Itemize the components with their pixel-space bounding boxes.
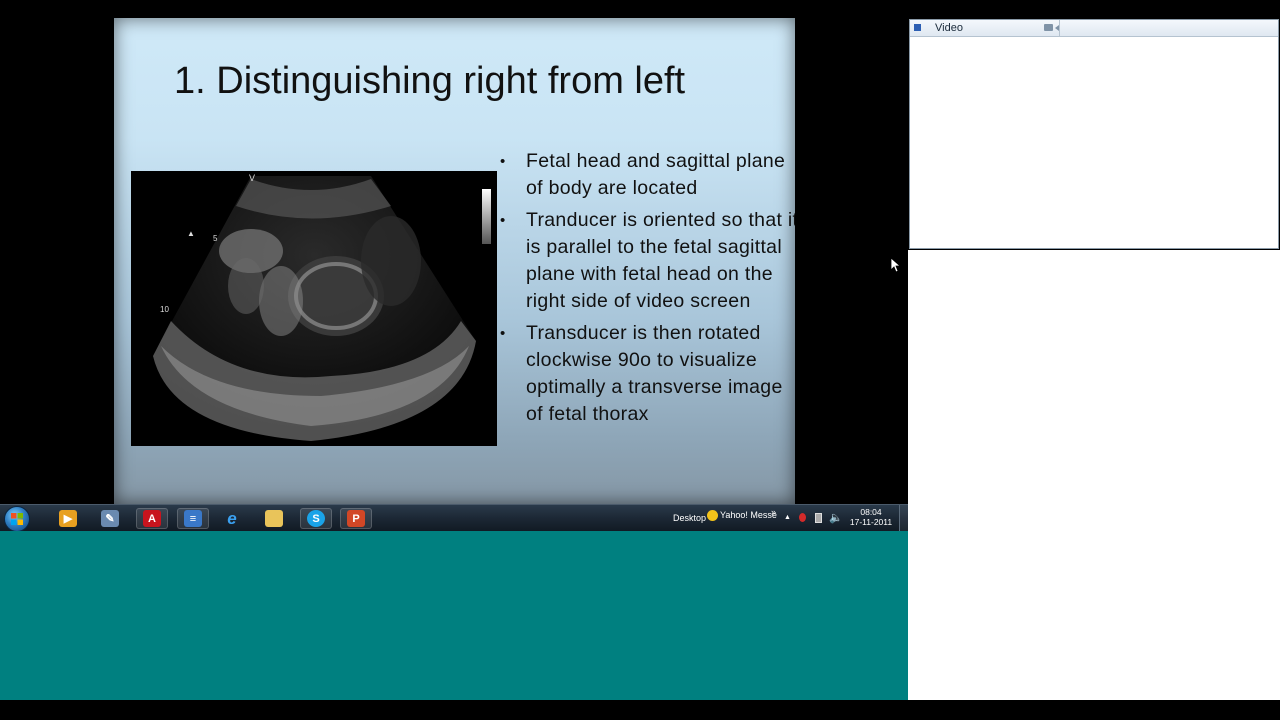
skype-icon: S <box>307 510 325 527</box>
bottom-black-bar <box>0 700 1280 720</box>
probe-marker-label: V <box>249 173 256 183</box>
taskbar-powerpoint[interactable]: P <box>340 508 372 529</box>
window-menu-icon[interactable] <box>914 24 921 31</box>
taskbar-adobe-reader[interactable]: A <box>136 508 168 529</box>
slide-bullet-list: Fetal head and sagittal plane of body ar… <box>499 148 795 433</box>
triangle-marker-icon: ▲ <box>187 229 195 238</box>
bullet-item: Transducer is then rotated clockwise 90o… <box>499 320 795 428</box>
volume-icon[interactable]: 🔈 <box>829 511 843 524</box>
system-clock[interactable]: 08:04 17-11-2011 <box>848 507 894 527</box>
yahoo-messenger-label[interactable]: Yahoo! Messe <box>720 510 777 520</box>
video-window-title: Video <box>935 22 963 34</box>
video-camera-icon[interactable] <box>1044 24 1053 31</box>
desktop-background <box>0 531 908 700</box>
clock-time: 08:04 <box>860 507 882 517</box>
taskbar-media-player[interactable]: ▶ <box>52 508 84 529</box>
battery-icon[interactable] <box>815 513 822 523</box>
media-player-icon: ▶ <box>59 510 77 527</box>
video-display-area <box>910 37 1278 248</box>
depth-mark-10: 10 <box>160 305 169 314</box>
video-window: Video <box>909 19 1279 249</box>
start-button[interactable] <box>4 506 30 532</box>
toolbar-overflow-icon[interactable]: » <box>771 507 776 517</box>
taskbar-notepad[interactable]: ≡ <box>177 508 209 529</box>
mouse-cursor-icon <box>891 258 901 273</box>
taskbar-internet-explorer[interactable]: e <box>216 508 248 529</box>
taskbar-skype[interactable]: S <box>300 508 332 529</box>
windows-logo-icon <box>11 513 23 525</box>
tray-expand-icon[interactable]: ▲ <box>784 514 791 521</box>
adobe-reader-icon: A <box>143 510 161 527</box>
wrench-icon: ✎ <box>101 510 119 527</box>
slide-title: 1. Distinguishing right from left <box>174 60 686 102</box>
titlebar-divider <box>1059 20 1060 36</box>
notepad-icon: ≡ <box>184 510 202 527</box>
windows-taskbar: ▶ ✎ A ≡ e S P Desktop Yahoo! Messe » ▲ 🔈… <box>0 504 909 532</box>
antivirus-tray-icon[interactable] <box>799 513 806 522</box>
taskbar-tools[interactable]: ✎ <box>94 508 126 529</box>
right-side-panel <box>908 250 1280 700</box>
bullet-item: Fetal head and sagittal plane of body ar… <box>499 148 795 202</box>
desktop-toolbar-label[interactable]: Desktop <box>673 513 706 523</box>
ultrasound-image: V 5 ▲ 10 <box>131 171 497 446</box>
yahoo-messenger-icon[interactable] <box>707 510 718 521</box>
depth-mark-5: 5 <box>213 234 218 243</box>
taskbar-file-explorer[interactable] <box>258 508 290 529</box>
folder-icon <box>265 510 283 527</box>
bullet-item: Tranducer is oriented so that it is para… <box>499 207 795 315</box>
powerpoint-icon: P <box>347 510 365 527</box>
ultrasound-scan-graphic <box>131 171 497 446</box>
clock-date: 17-11-2011 <box>849 517 893 527</box>
internet-explorer-icon: e <box>227 508 237 528</box>
video-window-titlebar[interactable]: Video <box>910 20 1278 37</box>
presentation-slide: 1. Distinguishing right from left V 5 ▲ … <box>114 18 795 504</box>
